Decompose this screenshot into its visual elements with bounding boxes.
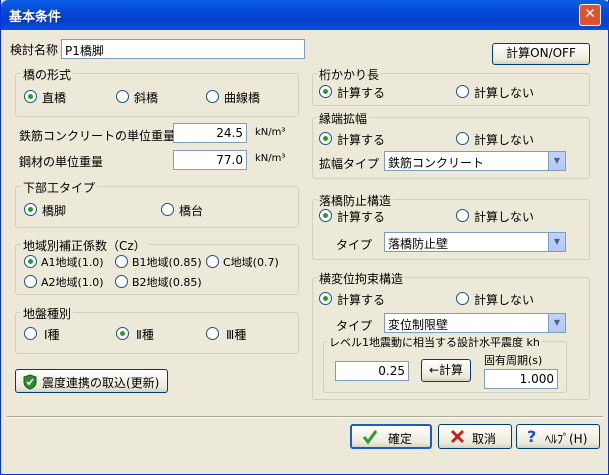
kentou-label: 検討名称: [10, 43, 59, 57]
shield-icon: [23, 374, 37, 390]
radio-edge-nocalc[interactable]: [456, 132, 469, 145]
import-seismic-button[interactable]: 震度連携の取込(更新): [15, 369, 168, 393]
steel-weight-input[interactable]: 77.0: [173, 150, 247, 170]
radio-curved-bridge[interactable]: [206, 90, 219, 103]
edge-type-value: 鉄筋コンクリート: [388, 156, 485, 170]
radio-lateral-calc-label: 計算する: [337, 293, 386, 307]
radio-girder-calc-label: 計算する: [337, 86, 386, 100]
lateral-type-label: タイプ: [336, 319, 373, 333]
steel-weight-label: 鋼材の単位重量: [19, 155, 104, 169]
radio-girder-nocalc-label: 計算しない: [474, 86, 535, 100]
substructure-title: 下部工タイプ: [21, 179, 98, 196]
radio-lateral-nocalc-label: 計算しない: [474, 293, 535, 307]
fall-type-label: タイプ: [336, 238, 373, 252]
radio-abutment-label: 橋台: [179, 204, 204, 218]
radio-region-a2-label: A2地域(1.0): [41, 276, 104, 289]
footer-divider: [7, 416, 603, 418]
edge-type-label: 拡幅タイプ: [319, 157, 380, 171]
radio-region-a2[interactable]: [24, 275, 37, 288]
fall-prevention-title: 落橋防止構造: [317, 192, 394, 209]
radio-region-a1-label: A1地域(1.0): [41, 256, 104, 269]
kh-input[interactable]: 0.25: [335, 361, 409, 381]
radio-straight-bridge-label: 直橋: [42, 91, 67, 105]
title-bar[interactable]: 基本条件 ✕: [1, 0, 609, 30]
close-button[interactable]: ✕: [579, 4, 601, 26]
chevron-down-icon[interactable]: ▼: [548, 152, 565, 170]
seismic-kh-title: レベル1地震動に相当する設計水平震度 kh: [327, 334, 542, 350]
kentou-input[interactable]: P1橋脚: [61, 39, 305, 59]
help-label: ﾍﾙﾌﾟ(H): [545, 432, 588, 446]
kh-calc-button[interactable]: ←計算: [421, 359, 471, 382]
radio-edge-nocalc-label: 計算しない: [474, 133, 535, 147]
calc-onoff-button[interactable]: 計算ON/OFF: [492, 43, 590, 65]
radio-region-a1[interactable]: [24, 255, 37, 268]
radio-fall-nocalc-label: 計算しない: [474, 210, 535, 224]
radio-fall-calc-label: 計算する: [337, 210, 386, 224]
radio-skew-bridge[interactable]: [116, 90, 129, 103]
radio-lateral-nocalc[interactable]: [456, 292, 469, 305]
radio-region-b1[interactable]: [115, 255, 128, 268]
radio-pier-label: 橋脚: [42, 204, 67, 218]
fall-type-select[interactable]: 落橋防止壁 ▼: [384, 232, 566, 252]
chevron-down-icon[interactable]: ▼: [548, 314, 565, 332]
radio-straight-bridge[interactable]: [24, 90, 37, 103]
ok-label: 確定: [388, 432, 413, 446]
radio-ground-3-label: Ⅲ種: [226, 328, 247, 342]
cancel-label: 取消: [472, 432, 497, 446]
dialog-window: 基本条件 ✕ 検討名称 P1橋脚 計算ON/OFF 橋の形式 直橋 斜橋 曲線橋…: [0, 0, 609, 475]
radio-curved-bridge-label: 曲線橋: [224, 91, 261, 105]
radio-region-c-label: C地域(0.7): [223, 256, 279, 269]
radio-lateral-calc[interactable]: [319, 292, 332, 305]
lateral-restraint-title: 横変位拘束構造: [317, 270, 406, 287]
radio-ground-2-label: Ⅱ種: [136, 328, 154, 342]
radio-ground-1[interactable]: [24, 327, 37, 340]
ok-button[interactable]: 確定: [350, 424, 432, 449]
radio-ground-2[interactable]: [116, 327, 129, 340]
girder-seat-title: 桁かかり長: [317, 66, 382, 83]
edge-widening-title: 縁端拡幅: [317, 110, 370, 127]
x-icon: [450, 429, 465, 444]
radio-ground-1-label: Ⅰ種: [44, 328, 60, 342]
edge-type-select[interactable]: 鉄筋コンクリート ▼: [384, 151, 566, 171]
regional-coeff-title: 地域別補正係数（Cz）: [21, 237, 148, 254]
radio-girder-nocalc[interactable]: [456, 85, 469, 98]
radio-skew-bridge-label: 斜橋: [134, 91, 159, 105]
period-input[interactable]: 1.000: [484, 369, 558, 389]
ground-type-title: 地盤種別: [21, 305, 74, 322]
steel-weight-unit: kN/m³: [255, 153, 286, 164]
close-icon: ✕: [584, 6, 596, 22]
bridge-form-title: 橋の形式: [21, 66, 74, 83]
import-seismic-label: 震度連携の取込(更新): [42, 376, 160, 390]
lateral-type-select[interactable]: 変位制限壁 ▼: [384, 313, 566, 333]
radio-region-b1-label: B1地域(0.85): [132, 256, 202, 269]
radio-edge-calc-label: 計算する: [337, 133, 386, 147]
radio-fall-calc[interactable]: [319, 209, 332, 222]
radio-pier[interactable]: [24, 203, 37, 216]
fall-type-value: 落橋防止壁: [388, 237, 449, 251]
radio-fall-nocalc[interactable]: [456, 209, 469, 222]
lateral-type-value: 変位制限壁: [388, 318, 449, 332]
cancel-button[interactable]: 取消: [438, 424, 512, 449]
rc-weight-label: 鉄筋コンクリートの単位重量: [19, 129, 176, 143]
radio-edge-calc[interactable]: [319, 132, 332, 145]
chevron-down-icon[interactable]: ▼: [548, 233, 565, 251]
radio-girder-calc[interactable]: [319, 85, 332, 98]
help-icon: ?: [527, 427, 537, 446]
radio-region-c[interactable]: [206, 255, 219, 268]
radio-region-b2-label: B2地域(0.85): [132, 276, 202, 289]
radio-abutment[interactable]: [161, 203, 174, 216]
radio-ground-3[interactable]: [206, 327, 219, 340]
window-title: 基本条件: [9, 10, 62, 25]
help-button[interactable]: ? ﾍﾙﾌﾟ(H): [516, 424, 600, 449]
radio-region-b2[interactable]: [115, 275, 128, 288]
period-label: 固有周期(s): [484, 354, 543, 367]
check-icon: [362, 430, 378, 445]
rc-weight-unit: kN/m³: [255, 127, 286, 138]
rc-weight-input[interactable]: 24.5: [173, 123, 247, 143]
